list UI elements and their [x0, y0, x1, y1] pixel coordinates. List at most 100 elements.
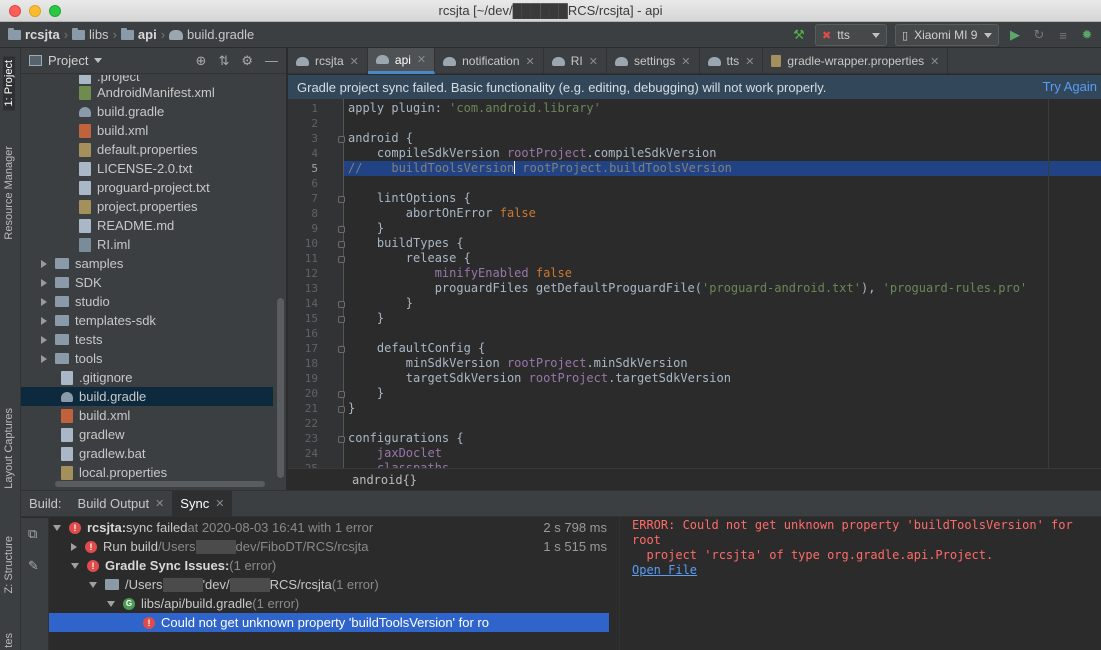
toggle-view-icon[interactable]: ⧉	[28, 526, 37, 542]
fold-marker-icon[interactable]	[338, 136, 345, 143]
collapse-arrow-icon[interactable]	[71, 562, 79, 569]
tab-rcsjta[interactable]: rcsjta ✕	[288, 48, 368, 74]
expand-arrow-icon[interactable]	[41, 316, 47, 325]
locate-target-icon[interactable]: ⊕	[196, 53, 207, 69]
logcat-icon[interactable]: ≡	[1055, 27, 1071, 43]
tree-row[interactable]: ! Run build /Users dev/FiboDT/RCS/rcsjta …	[71, 537, 617, 556]
tree-folder[interactable]: studio	[21, 292, 273, 311]
fold-marker-icon[interactable]	[338, 256, 345, 263]
tree-item[interactable]: gradlew.bat	[21, 444, 273, 463]
tree-item[interactable]: gradlew	[21, 425, 273, 444]
debug-bug-icon[interactable]: ✹	[1079, 27, 1095, 43]
tool-tab-layout-captures[interactable]: Layout Captures	[3, 408, 15, 489]
tool-tab-project[interactable]: 1: Project	[3, 56, 15, 111]
close-icon[interactable]: ✕	[350, 55, 359, 68]
project-view-select[interactable]: Project	[48, 53, 88, 68]
project-horizontal-scrollbar[interactable]	[55, 481, 265, 487]
tree-item[interactable]: AndroidManifest.xml	[21, 83, 273, 102]
tool-tab-favorites[interactable]: tes	[3, 633, 15, 648]
expand-arrow-icon[interactable]	[41, 259, 47, 268]
tree-folder[interactable]: tools	[21, 349, 273, 368]
tool-tab-resource-manager[interactable]: Resource Manager	[3, 146, 15, 240]
expand-arrow-icon[interactable]	[41, 278, 47, 287]
run-configuration-select[interactable]: ✖ tts	[815, 24, 887, 46]
fold-marker-icon[interactable]	[338, 346, 345, 353]
open-file-link[interactable]: Open File	[632, 563, 1101, 578]
main-toolbar: ⚒ ✖ tts ▯ Xiaomi MI 9 ▶ ↻ ≡ ✹	[791, 24, 1095, 46]
run-icon[interactable]: ▶	[1007, 27, 1023, 43]
tree-item[interactable]: RI.iml	[21, 235, 273, 254]
crumb-build-gradle[interactable]: build.gradle	[169, 27, 254, 42]
close-icon[interactable]: ✕	[155, 497, 164, 510]
device-select[interactable]: ▯ Xiaomi MI 9	[895, 24, 999, 46]
expand-arrow-icon[interactable]	[71, 542, 77, 551]
fold-marker-icon[interactable]	[338, 391, 345, 398]
tab-notification[interactable]: notification ✕	[435, 48, 544, 74]
tree-folder[interactable]: templates-sdk	[21, 311, 273, 330]
expand-arrow-icon[interactable]	[41, 297, 47, 306]
hammer-build-icon[interactable]: ⚒	[791, 27, 807, 43]
chevron-down-icon[interactable]	[94, 58, 103, 63]
crumb-api[interactable]: api	[120, 27, 157, 42]
fold-marker-icon[interactable]	[338, 196, 345, 203]
fold-marker-icon[interactable]	[338, 301, 345, 308]
close-icon[interactable]: ✕	[215, 497, 224, 510]
close-icon[interactable]: ✕	[681, 55, 690, 68]
tab-ri[interactable]: RI ✕	[544, 48, 607, 74]
crumb-libs[interactable]: libs	[72, 27, 109, 42]
tree-item[interactable]: proguard-project.txt	[21, 178, 273, 197]
tree-item-selected[interactable]: build.gradle	[21, 387, 273, 406]
tab-sync[interactable]: Sync ✕	[172, 490, 233, 517]
close-icon[interactable]: ✕	[930, 55, 939, 68]
tree-row[interactable]: /Users'dev/RCS/rcsjta (1 error)	[89, 575, 379, 594]
tree-row[interactable]: G libs/api/build.gradle (1 error)	[107, 594, 299, 613]
tab-settings[interactable]: settings ✕	[607, 48, 700, 74]
fold-marker-icon[interactable]	[338, 241, 345, 248]
tree-item[interactable]: local.properties	[21, 463, 273, 480]
tool-tab-structure[interactable]: Z: Structure	[3, 536, 15, 593]
code-editor[interactable]: 1 2 3 4 5 6 7 8 9 10 11 12 13 14 15 16 1…	[288, 99, 1101, 468]
try-again-link[interactable]: Try Again	[1043, 79, 1097, 94]
rerun-icon[interactable]: ↻	[1031, 27, 1047, 43]
tree-folder[interactable]: samples	[21, 254, 273, 273]
tab-tts[interactable]: tts ✕	[700, 48, 764, 74]
project-vertical-scrollbar[interactable]	[277, 298, 284, 478]
tab-gradle-wrapper-properties[interactable]: gradle-wrapper.properties ✕	[763, 48, 949, 74]
tree-row[interactable]: ! rcsjta: sync failed at 2020-08-03 16:4…	[53, 518, 617, 537]
tree-item[interactable]: project.properties	[21, 197, 273, 216]
close-icon[interactable]: ✕	[589, 55, 598, 68]
breadcrumb-android[interactable]: android{}	[352, 473, 417, 487]
fold-marker-icon[interactable]	[338, 436, 345, 443]
gear-icon[interactable]: ⚙	[241, 53, 253, 69]
tab-api[interactable]: api ✕	[367, 48, 436, 74]
tree-item[interactable]: build.xml	[21, 121, 273, 140]
collapse-all-icon[interactable]: ⇅	[218, 53, 229, 69]
tree-item[interactable]: LICENSE-2.0.txt	[21, 159, 273, 178]
close-icon[interactable]: ✕	[745, 55, 754, 68]
fold-marker-icon[interactable]	[338, 226, 345, 233]
fold-marker-icon[interactable]	[338, 316, 345, 323]
pin-icon[interactable]: ✎	[28, 558, 39, 574]
collapse-arrow-icon[interactable]	[89, 581, 97, 588]
folder-icon	[55, 258, 69, 269]
expand-arrow-icon[interactable]	[41, 335, 47, 344]
crumb-rcsjta[interactable]: rcsjta	[8, 27, 60, 42]
close-icon[interactable]: ✕	[417, 53, 426, 66]
tree-item[interactable]: build.gradle	[21, 102, 273, 121]
collapse-arrow-icon[interactable]	[107, 600, 115, 607]
tree-item[interactable]: default.properties	[21, 140, 273, 159]
tree-row-selected[interactable]: ! Could not get unknown property 'buildT…	[49, 613, 609, 632]
sync-output-console[interactable]: ERROR: Could not get unknown property 'b…	[619, 518, 1101, 650]
tree-item[interactable]: build.xml	[21, 406, 273, 425]
collapse-arrow-icon[interactable]	[53, 524, 61, 531]
tab-build-output[interactable]: Build Output ✕	[70, 491, 173, 517]
expand-arrow-icon[interactable]	[41, 354, 47, 363]
tree-item[interactable]: README.md	[21, 216, 273, 235]
minimize-panel-icon[interactable]: —	[265, 53, 278, 69]
tree-folder[interactable]: SDK	[21, 273, 273, 292]
tree-row[interactable]: ! Gradle Sync Issues: (1 error)	[71, 556, 276, 575]
close-icon[interactable]: ✕	[526, 55, 535, 68]
tree-item[interactable]: .gitignore	[21, 368, 273, 387]
fold-marker-icon[interactable]	[338, 406, 345, 413]
tree-folder[interactable]: tests	[21, 330, 273, 349]
